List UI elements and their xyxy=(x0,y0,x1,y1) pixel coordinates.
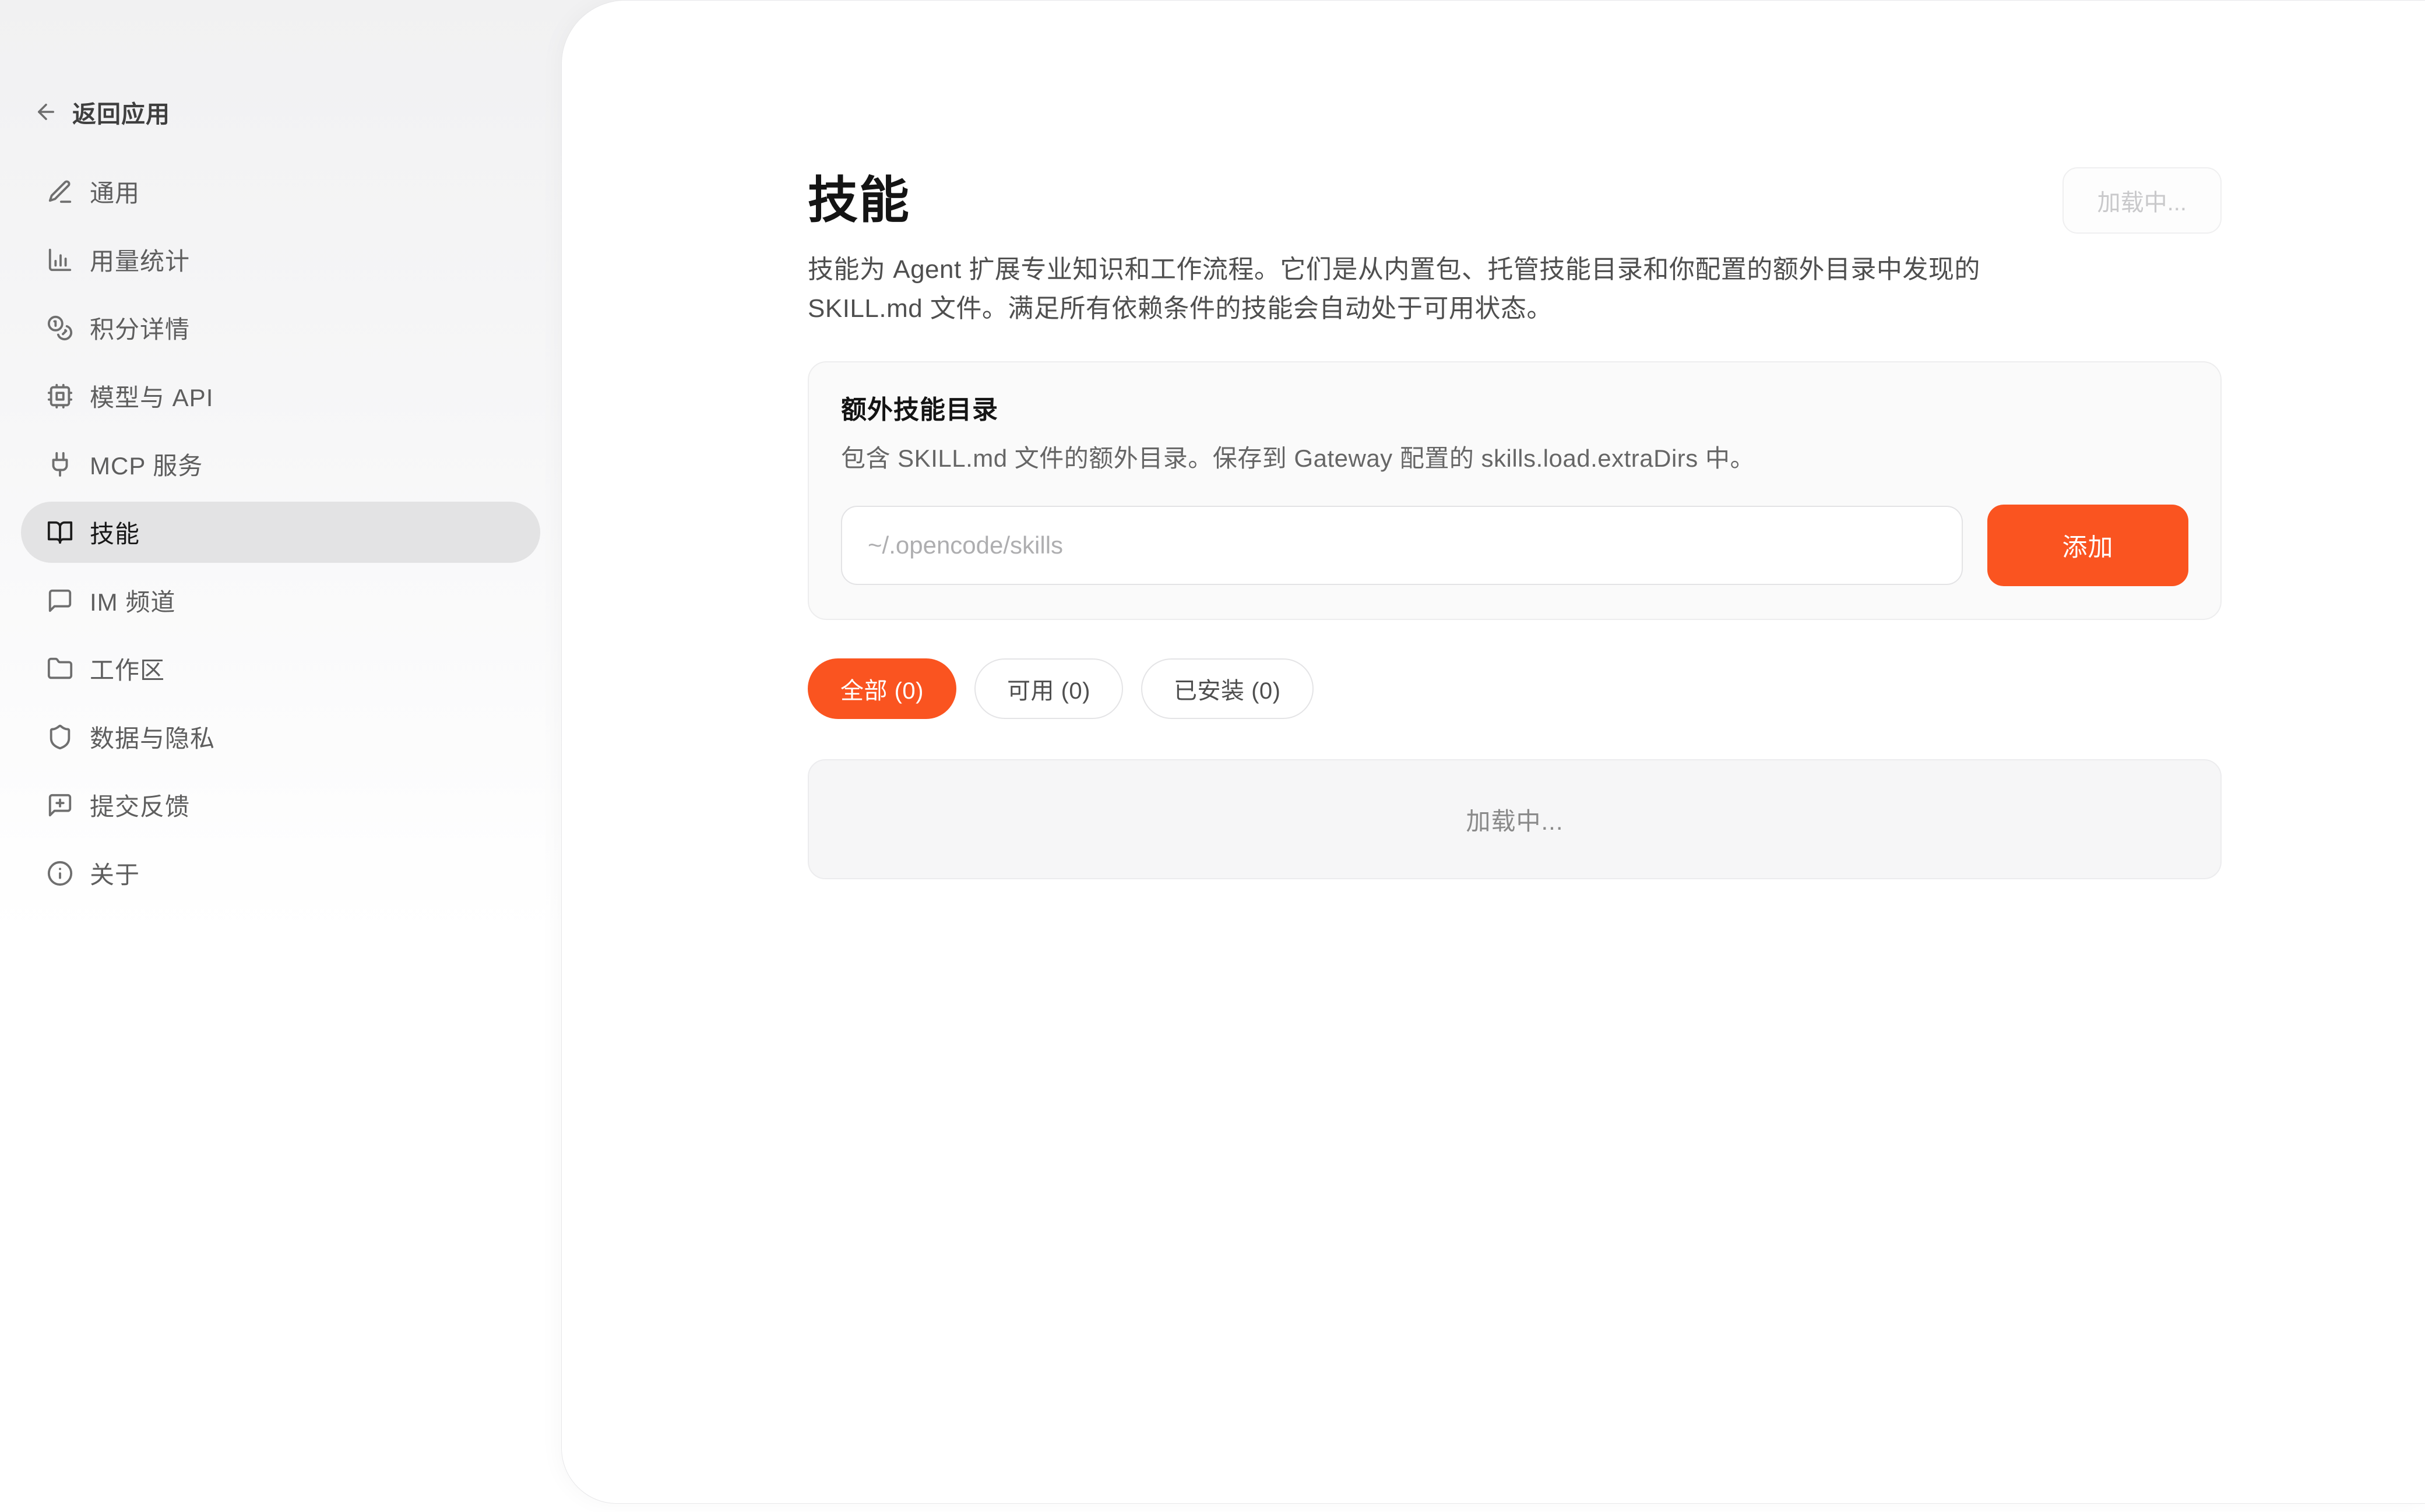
cpu-icon xyxy=(47,383,73,410)
sidebar-item-label: 积分详情 xyxy=(90,310,190,346)
sidebar-item-workspace[interactable]: 工作区 xyxy=(21,638,540,699)
info-icon xyxy=(47,860,73,887)
pen-icon xyxy=(47,178,73,205)
sidebar-item-data-privacy[interactable]: 数据与隐私 xyxy=(21,706,540,767)
plug-icon xyxy=(47,451,73,478)
sidebar-item-im-channels[interactable]: IM 频道 xyxy=(21,570,540,631)
sidebar-item-about[interactable]: 关于 xyxy=(21,843,540,904)
extra-directory-input[interactable] xyxy=(841,506,1963,585)
shield-icon xyxy=(47,724,73,750)
sidebar-item-usage-stats[interactable]: 用量统计 xyxy=(21,229,540,290)
sidebar-item-label: 模型与 API xyxy=(90,378,213,414)
sidebar-nav: 通用 用量统计 积分详情 模型与 API xyxy=(21,161,540,904)
sidebar-item-models-api[interactable]: 模型与 API xyxy=(21,365,540,427)
card-title: 额外技能目录 xyxy=(841,393,2188,428)
page-header: 技能 加载中... xyxy=(808,167,2222,234)
skill-filters: 全部 (0) 可用 (0) 已安装 (0) xyxy=(808,658,2222,719)
main-panel: 技能 加载中... 技能为 Agent 扩展专业知识和工作流程。它们是从内置包、… xyxy=(561,0,2425,1504)
back-to-app-button[interactable]: 返回应用 xyxy=(21,87,540,136)
card-description: 包含 SKILL.md 文件的额外目录。保存到 Gateway 配置的 skil… xyxy=(841,442,2188,475)
sidebar-item-label: 技能 xyxy=(90,514,140,550)
sidebar-item-label: 通用 xyxy=(90,174,140,209)
add-directory-row: 添加 xyxy=(841,505,2188,586)
sidebar-item-label: MCP 服务 xyxy=(90,446,203,482)
filter-installed-button[interactable]: 已安装 (0) xyxy=(1141,658,1314,719)
header-loading-button[interactable]: 加载中... xyxy=(2063,167,2222,234)
book-open-icon xyxy=(47,519,73,546)
sidebar-item-label: 提交反馈 xyxy=(90,787,190,823)
sidebar-item-label: 关于 xyxy=(90,855,140,891)
sidebar-item-feedback[interactable]: 提交反馈 xyxy=(21,774,540,836)
filter-all-button[interactable]: 全部 (0) xyxy=(808,658,956,719)
sidebar: 返回应用 通用 用量统计 积分详情 xyxy=(0,0,561,1512)
sidebar-item-mcp-services[interactable]: MCP 服务 xyxy=(21,433,540,495)
arrow-left-icon xyxy=(34,100,58,124)
sidebar-item-credits[interactable]: 积分详情 xyxy=(21,297,540,358)
filter-available-button[interactable]: 可用 (0) xyxy=(974,658,1123,719)
message-square-plus-icon xyxy=(47,792,73,819)
sidebar-item-skills[interactable]: 技能 xyxy=(21,502,540,563)
folder-icon xyxy=(47,655,73,682)
sidebar-item-label: 数据与隐私 xyxy=(90,719,215,755)
coins-icon xyxy=(47,315,73,341)
page-title: 技能 xyxy=(808,173,910,228)
add-directory-button[interactable]: 添加 xyxy=(1987,505,2188,586)
skills-page: 技能 加载中... 技能为 Agent 扩展专业知识和工作流程。它们是从内置包、… xyxy=(808,1,2222,879)
sidebar-item-label: 工作区 xyxy=(90,651,165,686)
back-to-app-label: 返回应用 xyxy=(72,94,170,129)
sidebar-item-label: IM 频道 xyxy=(90,583,175,618)
sidebar-item-label: 用量统计 xyxy=(90,242,190,277)
extra-skill-dirs-card: 额外技能目录 包含 SKILL.md 文件的额外目录。保存到 Gateway 配… xyxy=(808,361,2222,620)
skills-list-loading: 加载中... xyxy=(808,759,2222,879)
sidebar-item-general[interactable]: 通用 xyxy=(21,161,540,222)
message-square-icon xyxy=(47,587,73,614)
bar-chart-icon xyxy=(47,246,73,273)
page-description: 技能为 Agent 扩展专业知识和工作流程。它们是从内置包、托管技能目录和你配置… xyxy=(808,250,2026,328)
loading-status-text: 加载中... xyxy=(1466,802,1563,837)
